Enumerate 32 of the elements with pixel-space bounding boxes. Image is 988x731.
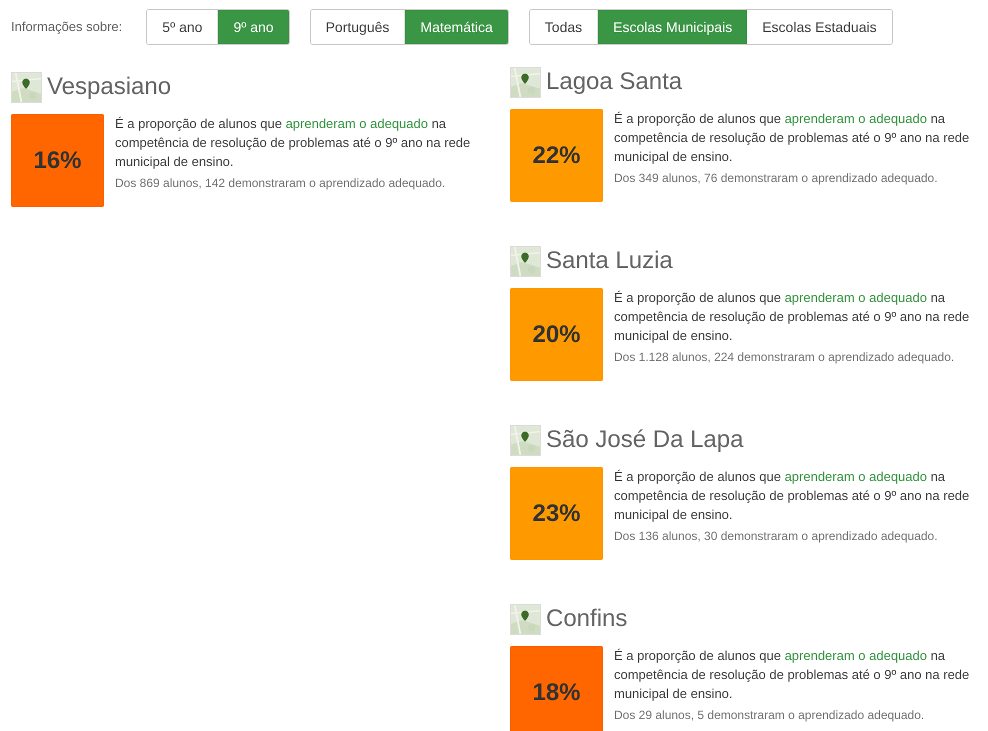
adequate-link[interactable]: aprenderam o adequado bbox=[286, 116, 428, 131]
description-text: É a proporção de alunos que aprenderam o adequado na competência de resolução de problemas até o 9º ano na rede municipal de ensino. bbox=[614, 468, 970, 524]
city-name: São José Da Lapa bbox=[546, 425, 744, 455]
detail-text: Dos 349 alunos, 76 demonstraram o aprendizado adequado. bbox=[614, 170, 939, 186]
filter-toggle[interactable]: Escolas Municipais bbox=[598, 10, 748, 44]
filter-label: Informações sobre: bbox=[11, 18, 122, 36]
adequate-link[interactable]: aprenderam o adequado bbox=[784, 111, 927, 126]
percent-tile: 16% bbox=[11, 114, 104, 207]
filter-toggle[interactable]: Todas bbox=[530, 10, 598, 44]
adequate-link[interactable]: aprenderam o adequado bbox=[784, 469, 927, 484]
filter-toggle[interactable]: 5º ano bbox=[147, 10, 218, 44]
percent-tile: 23% bbox=[510, 467, 603, 560]
filter-toggle[interactable]: Matemática bbox=[405, 10, 508, 44]
percent-tile: 20% bbox=[510, 288, 603, 381]
description-text: É a proporção de alunos que aprenderam o adequado na competência de resolução de problemas até o 9º ano na rede municipal de ensino. bbox=[614, 647, 970, 703]
adequate-link[interactable]: aprenderam o adequado bbox=[784, 290, 927, 305]
city-name: Vespasiano bbox=[47, 72, 172, 102]
detail-text: Dos 29 alunos, 5 demonstraram o aprendizado adequado. bbox=[614, 707, 926, 723]
city-name: Confins bbox=[546, 604, 628, 634]
description-text: É a proporção de alunos que aprenderam o adequado na competência de resolução de problemas até o 9º ano na rede municipal de ensino. bbox=[614, 289, 970, 345]
detail-text: Dos 1.128 alunos, 224 demonstraram o aprendizado adequado. bbox=[614, 349, 956, 365]
detail-text: Dos 136 alunos, 30 demonstraram o aprendizado adequado. bbox=[614, 528, 939, 544]
percent-tile: 18% bbox=[510, 646, 603, 731]
filter-toggle[interactable]: Português bbox=[310, 10, 406, 44]
description-text: É a proporção de alunos que aprenderam o adequado na competência de resolução de problemas até o 9º ano na rede municipal de ensino. bbox=[115, 115, 472, 171]
city-name: Lagoa Santa bbox=[546, 67, 682, 97]
description-text: É a proporção de alunos que aprenderam o adequado na competência de resolução de problemas até o 9º ano na rede municipal de ensino. bbox=[614, 110, 970, 166]
filter-toggle[interactable]: 9º ano bbox=[218, 10, 289, 44]
city-name: Santa Luzia bbox=[546, 246, 673, 276]
percent-tile: 22% bbox=[510, 109, 603, 202]
adequate-link[interactable]: aprenderam o adequado bbox=[784, 648, 927, 663]
detail-text: Dos 869 alunos, 142 demonstraram o aprendizado adequado. bbox=[115, 175, 446, 191]
